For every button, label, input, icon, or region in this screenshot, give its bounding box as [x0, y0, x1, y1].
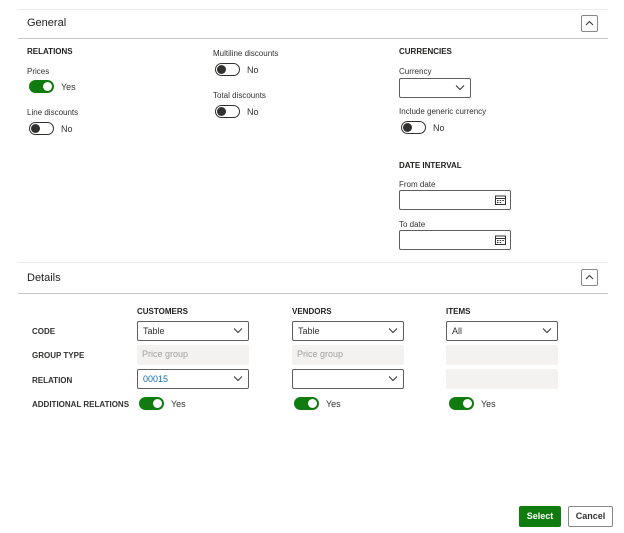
date-interval-header: DATE INTERVAL [399, 161, 462, 170]
relation-row-label: RELATION [32, 376, 73, 385]
vendors-relation-dropdown[interactable] [292, 369, 404, 389]
chevron-up-icon [585, 274, 594, 280]
vendors-code-dropdown[interactable]: Table [292, 321, 404, 341]
calendar-icon[interactable] [495, 235, 506, 245]
include-generic-label: Include generic currency [399, 107, 487, 116]
calendar-icon[interactable] [495, 195, 506, 205]
details-section-title: Details [27, 272, 61, 284]
chevron-down-icon [388, 376, 398, 382]
line-discounts-label: Line discounts [27, 108, 79, 117]
items-code-dropdown[interactable]: All [446, 321, 558, 341]
chevron-down-icon [388, 328, 398, 334]
items-relation-field [446, 369, 558, 389]
cancel-button[interactable]: Cancel [568, 506, 613, 527]
details-divider [18, 293, 608, 294]
code-row-label: CODE [32, 327, 56, 336]
items-additional-value: Yes [481, 399, 496, 409]
from-date-label: From date [399, 180, 436, 189]
items-additional-toggle[interactable] [449, 397, 474, 410]
chevron-down-icon [233, 328, 243, 334]
items-column-header: ITEMS [446, 307, 471, 316]
items-code-value: All [452, 326, 463, 336]
details-collapse-button[interactable] [581, 269, 598, 286]
customers-additional-toggle[interactable] [139, 397, 164, 410]
customers-code-value: Table [143, 326, 165, 336]
customers-code-dropdown[interactable]: Table [137, 321, 249, 341]
total-discounts-toggle[interactable] [215, 105, 240, 118]
chevron-down-icon [455, 85, 465, 91]
line-discounts-value: No [61, 124, 73, 134]
multiline-discounts-label: Multiline discounts [213, 49, 279, 58]
total-discounts-value: No [247, 107, 259, 117]
chevron-up-icon [585, 20, 594, 26]
relations-header: RELATIONS [27, 47, 73, 56]
vendors-code-value: Table [298, 326, 320, 336]
include-generic-value: No [433, 123, 445, 133]
details-top-divider [18, 262, 608, 263]
vendors-additional-toggle[interactable] [294, 397, 319, 410]
customers-column-header: CUSTOMERS [137, 307, 188, 316]
prices-value: Yes [61, 82, 76, 92]
multiline-discounts-toggle[interactable] [215, 63, 240, 76]
prices-label: Prices [27, 67, 50, 76]
select-button[interactable]: Select [519, 506, 561, 527]
items-group-type-field [446, 345, 558, 365]
general-collapse-button[interactable] [581, 15, 598, 32]
customers-additional-value: Yes [171, 399, 186, 409]
general-section-title: General [27, 17, 67, 29]
customers-relation-value[interactable]: 00015 [143, 374, 168, 384]
currency-label: Currency [399, 67, 432, 76]
currency-dropdown[interactable] [399, 78, 471, 98]
vendors-group-type-field: Price group [292, 345, 404, 365]
general-divider [18, 38, 608, 39]
include-generic-toggle[interactable] [401, 121, 426, 134]
customers-relation-dropdown[interactable]: 00015 [137, 369, 249, 389]
vendors-group-type-placeholder: Price group [297, 349, 344, 359]
to-date-label: To date [399, 220, 426, 229]
line-discounts-toggle[interactable] [29, 122, 54, 135]
from-date-input[interactable] [399, 190, 511, 210]
additional-relations-row-label: ADDITIONAL RELATIONS [32, 400, 130, 409]
currencies-header: CURRENCIES [399, 47, 452, 56]
customers-group-type-placeholder: Price group [142, 349, 189, 359]
vendors-column-header: VENDORS [292, 307, 332, 316]
chevron-down-icon [542, 328, 552, 334]
chevron-down-icon [233, 376, 243, 382]
prices-toggle[interactable] [29, 80, 54, 93]
multiline-discounts-value: No [247, 65, 259, 75]
group-type-row-label: GROUP TYPE [32, 351, 85, 360]
top-divider [18, 9, 608, 10]
customers-group-type-field: Price group [137, 345, 249, 365]
to-date-input[interactable] [399, 230, 511, 250]
vendors-additional-value: Yes [326, 399, 341, 409]
total-discounts-label: Total discounts [213, 91, 266, 100]
